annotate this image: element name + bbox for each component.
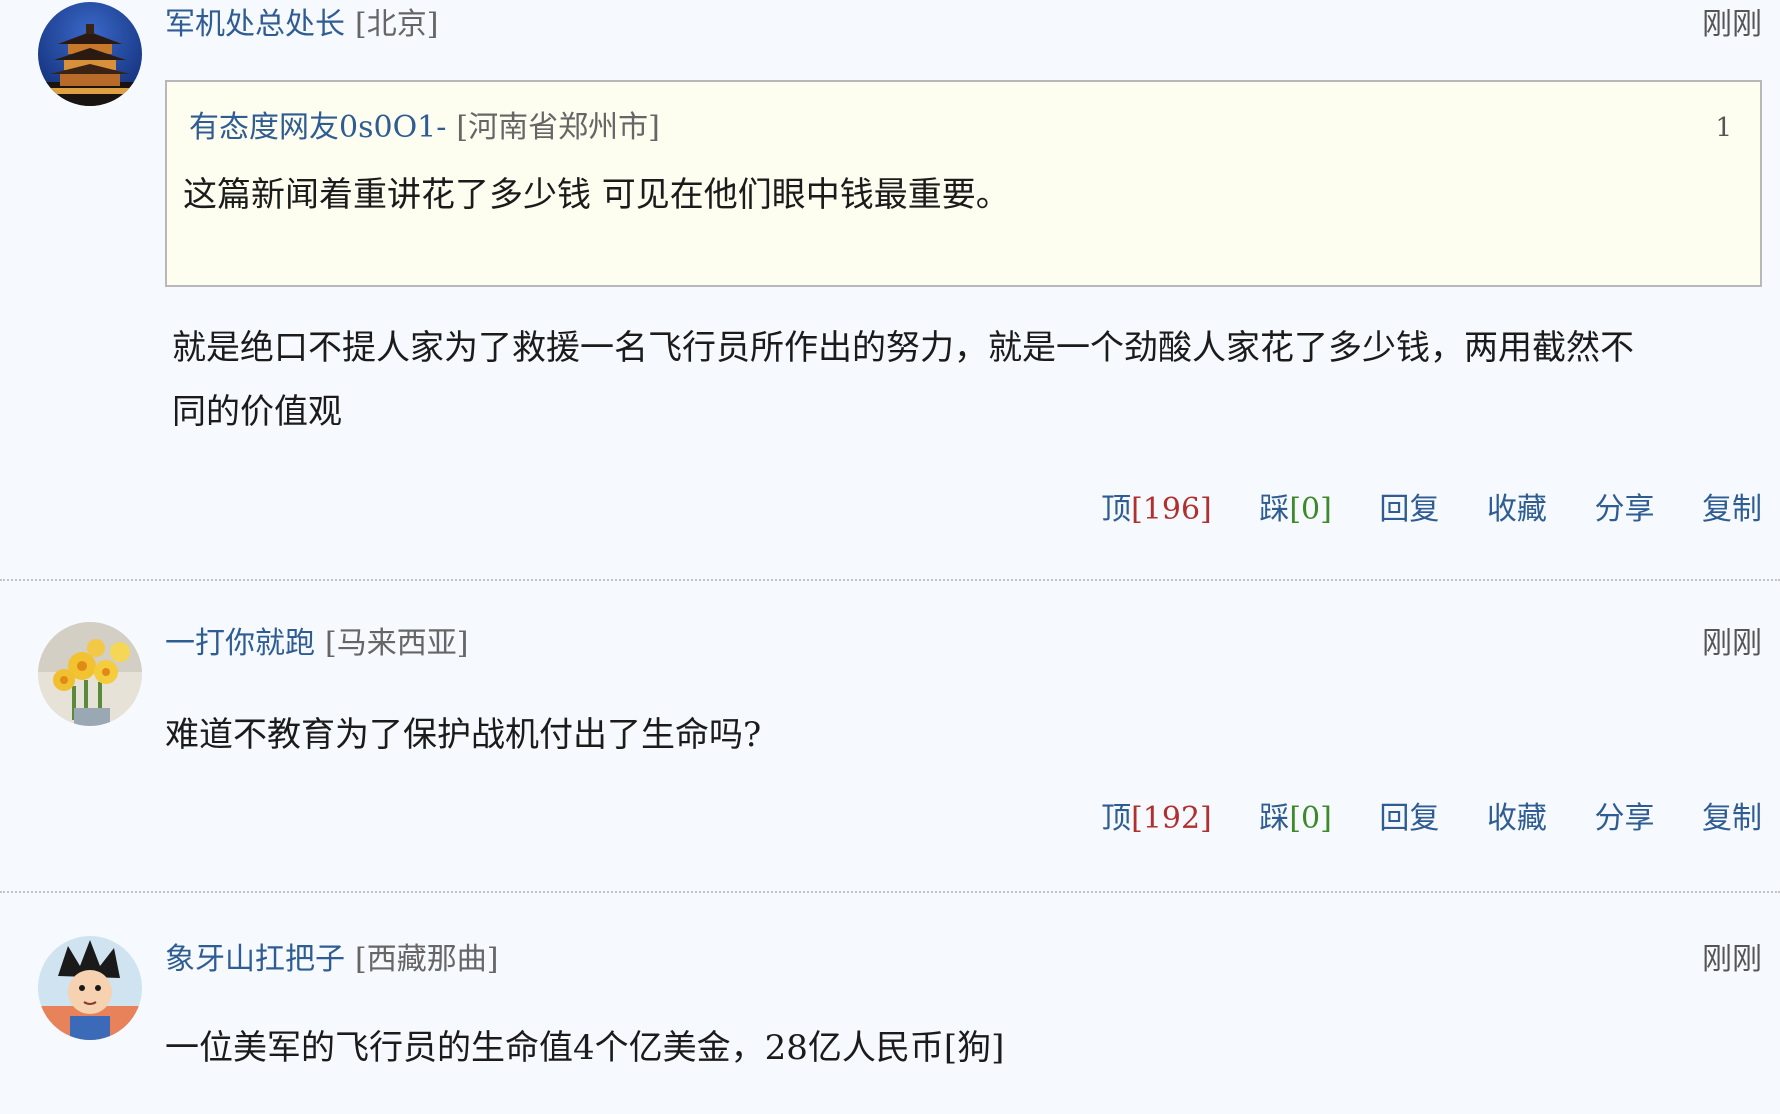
comment-text: 一位美军的飞行员的生命值4个亿美金，28亿人民币[狗] [165, 1028, 1005, 1068]
location: [北京] [355, 7, 439, 42]
quote-floor-number: 1 [1715, 113, 1732, 143]
location: [马来西亚] [325, 626, 469, 661]
timestamp: 刚刚 [1702, 942, 1762, 977]
downvote-button[interactable]: 踩[0] [1259, 801, 1332, 836]
username[interactable]: 军机处总处长 [165, 7, 345, 42]
comment-divider [0, 579, 1780, 581]
upvote-count: [192] [1131, 801, 1212, 836]
downvote-label: 踩 [1259, 801, 1290, 836]
favorite-button[interactable]: 收藏 [1487, 801, 1547, 836]
location: [西藏那曲] [355, 942, 499, 977]
comment-header: 军机处总处长 [北京] [165, 5, 438, 45]
avatar[interactable] [38, 936, 142, 1040]
reply-button[interactable]: 回复 [1379, 492, 1439, 527]
comment-text: 难道不教育为了保护战机付出了生命吗? [165, 715, 762, 755]
upvote-button[interactable]: 顶[196] [1101, 492, 1212, 527]
comment-header: 象牙山扛把子 [西藏那曲] [165, 940, 498, 980]
comment-actions: 顶[192] 踩[0] 回复 收藏 分享 复制 [1101, 799, 1762, 839]
daffodil-avatar-icon [38, 622, 142, 726]
username[interactable]: 象牙山扛把子 [165, 942, 345, 977]
upvote-label: 顶 [1101, 801, 1132, 836]
copy-button[interactable]: 复制 [1702, 801, 1762, 836]
quoted-comment: 有态度网友0s0O1- [河南省郑州市] 1 这篇新闻着重讲花了多少钱 可见在他们… [165, 80, 1762, 287]
copy-button[interactable]: 复制 [1702, 492, 1762, 527]
comment-actions: 顶[196] 踩[0] 回复 收藏 分享 复制 [1101, 490, 1762, 530]
comment-text-line: 就是绝口不提人家为了救援一名飞行员所作出的努力，就是一个劲酸人家花了多少钱，两用… [172, 328, 1634, 368]
night-tower-avatar-icon [38, 2, 142, 106]
upvote-button[interactable]: 顶[192] [1101, 801, 1212, 836]
quote-username[interactable]: 有态度网友0s0O1- [189, 110, 446, 145]
timestamp: 刚刚 [1702, 7, 1762, 42]
downvote-button[interactable]: 踩[0] [1259, 492, 1332, 527]
comment-text-line: 同的价值观 [172, 392, 342, 432]
comment-header: 一打你就跑 [马来西亚] [165, 624, 468, 664]
username[interactable]: 一打你就跑 [165, 626, 315, 661]
quote-text: 这篇新闻着重讲花了多少钱 可见在他们眼中钱最重要。 [183, 175, 1010, 215]
downvote-count: [0] [1289, 801, 1332, 836]
quote-header: 有态度网友0s0O1- [河南省郑州市] [189, 108, 660, 148]
reply-button[interactable]: 回复 [1379, 801, 1439, 836]
avatar[interactable] [38, 622, 142, 726]
comment-text: 就是绝口不提人家为了救援一名飞行员所作出的努力，就是一个劲酸人家花了多少钱，两用… [172, 316, 1764, 444]
downvote-label: 踩 [1259, 492, 1290, 527]
share-button[interactable]: 分享 [1594, 492, 1654, 527]
cartoon-boy-avatar-icon [38, 936, 142, 1040]
upvote-label: 顶 [1101, 492, 1132, 527]
comment-divider [0, 891, 1780, 893]
share-button[interactable]: 分享 [1594, 801, 1654, 836]
timestamp: 刚刚 [1702, 626, 1762, 661]
favorite-button[interactable]: 收藏 [1487, 492, 1547, 527]
quote-location: [河南省郑州市] [456, 110, 660, 145]
upvote-count: [196] [1131, 492, 1212, 527]
downvote-count: [0] [1289, 492, 1332, 527]
avatar[interactable] [38, 2, 142, 106]
